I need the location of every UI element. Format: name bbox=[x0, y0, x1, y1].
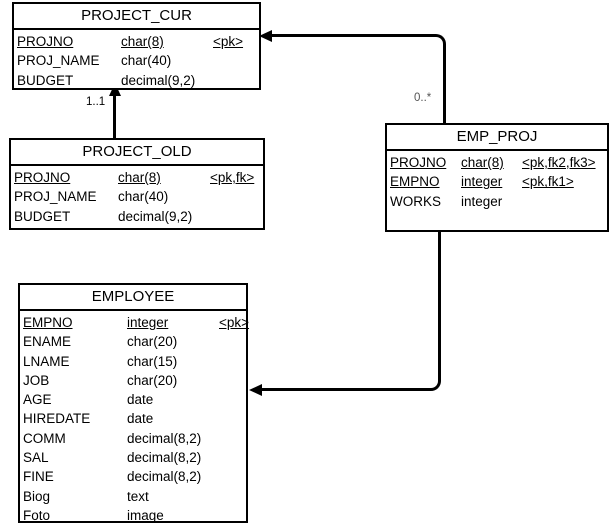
cardinality-label-empproj-projectcur: 0..* bbox=[414, 92, 432, 104]
attribute-row: SAL decimal(8,2) bbox=[20, 448, 246, 467]
attribute-name: Biog bbox=[23, 488, 51, 504]
attribute-type: text bbox=[127, 488, 149, 504]
attribute-name: Foto bbox=[23, 507, 51, 523]
attribute-row: PROJ_NAME char(40) bbox=[11, 187, 263, 206]
attribute-name: LNAME bbox=[23, 353, 70, 369]
attribute-type: image bbox=[127, 507, 164, 523]
attribute-name: SAL bbox=[23, 450, 49, 466]
attribute-type: integer bbox=[461, 193, 503, 209]
attribute-type: decimal(8,2) bbox=[127, 469, 202, 485]
attribute-type: date bbox=[127, 392, 154, 408]
entity-project-old[interactable]: PROJECT_OLD PROJNO char(8) <pk,fk> PROJ_… bbox=[9, 138, 265, 230]
connector-empproj-to-projectcur-horizontal bbox=[268, 34, 435, 37]
attribute-list-employee: EMPNO integer <pk> ENAME char(20) LNAME … bbox=[20, 311, 250, 526]
attribute-type: decimal(9,2) bbox=[121, 72, 196, 88]
attribute-type: char(20) bbox=[127, 334, 178, 350]
attribute-key-marker: <pk> bbox=[213, 34, 244, 49]
attribute-name: BUDGET bbox=[14, 208, 71, 224]
er-diagram-canvas: 1..1 0..* PROJECT_CUR PROJNO char(8) <pk… bbox=[0, 0, 611, 526]
attribute-name: BUDGET bbox=[17, 72, 74, 88]
entity-title-project-old: PROJECT_OLD bbox=[11, 140, 263, 166]
attribute-list-project-old: PROJNO char(8) <pk,fk> PROJ_NAME char(40… bbox=[11, 166, 263, 229]
attribute-row: PROJ_NAME char(40) bbox=[14, 51, 259, 70]
attribute-name: PROJ_NAME bbox=[14, 189, 97, 205]
attribute-name: HIREDATE bbox=[23, 411, 91, 427]
attribute-type: char(8) bbox=[461, 155, 504, 170]
attribute-type: char(8) bbox=[121, 34, 164, 49]
attribute-row: COMM decimal(8,2) bbox=[20, 429, 246, 448]
attribute-row: ENAME char(20) bbox=[20, 332, 246, 351]
attribute-key-marker: <pk,fk> bbox=[210, 170, 255, 185]
attribute-type: integer bbox=[127, 315, 169, 330]
attribute-list-emp-proj: PROJNO char(8) <pk,fk2,fk3> EMPNO intege… bbox=[387, 151, 607, 214]
attribute-name: PROJNO bbox=[17, 34, 74, 49]
attribute-row: EMPNO integer <pk> bbox=[20, 313, 250, 332]
arrowhead-into-employee bbox=[249, 383, 262, 396]
attribute-name: PROJNO bbox=[390, 155, 447, 170]
attribute-row: FINE decimal(8,2) bbox=[20, 467, 246, 486]
connector-empproj-to-employee-horizontal bbox=[258, 388, 430, 391]
cardinality-label-projectold-projectcur: 1..1 bbox=[86, 96, 106, 108]
attribute-row: AGE date bbox=[20, 390, 246, 409]
attribute-name: AGE bbox=[23, 392, 52, 408]
connector-empproj-to-employee-vertical bbox=[438, 232, 441, 380]
attribute-type: decimal(8,2) bbox=[127, 430, 202, 446]
attribute-name: WORKS bbox=[390, 193, 442, 209]
entity-project-cur[interactable]: PROJECT_CUR PROJNO char(8) <pk> PROJ_NAM… bbox=[12, 2, 261, 90]
attribute-key-marker: <pk,fk1> bbox=[522, 174, 574, 190]
attribute-row: BUDGET decimal(9,2) bbox=[11, 207, 263, 226]
entity-title-employee: EMPLOYEE bbox=[20, 285, 246, 311]
attribute-row: PROJNO char(8) <pk> bbox=[14, 32, 259, 51]
attribute-row: LNAME char(15) bbox=[20, 352, 246, 371]
attribute-name: EMPNO bbox=[390, 174, 440, 190]
attribute-type: char(20) bbox=[127, 372, 178, 388]
attribute-key-marker: <pk,fk2,fk3> bbox=[522, 155, 596, 170]
attribute-type: integer bbox=[461, 174, 503, 190]
attribute-row: EMPNO integer <pk,fk1> bbox=[387, 172, 607, 191]
attribute-name: PROJ_NAME bbox=[17, 53, 100, 69]
attribute-row: HIREDATE date bbox=[20, 409, 246, 428]
entity-title-project-cur: PROJECT_CUR bbox=[14, 4, 259, 30]
attribute-row: JOB char(20) bbox=[20, 371, 246, 390]
attribute-row: WORKS integer bbox=[387, 192, 607, 211]
attribute-type: char(40) bbox=[118, 189, 169, 205]
attribute-row: Biog text bbox=[20, 487, 246, 506]
entity-emp-proj[interactable]: EMP_PROJ PROJNO char(8) <pk,fk2,fk3> EMP… bbox=[385, 123, 609, 232]
attribute-type: char(40) bbox=[121, 53, 172, 69]
attribute-row: PROJNO char(8) <pk,fk2,fk3> bbox=[387, 153, 607, 172]
attribute-type: char(15) bbox=[127, 353, 178, 369]
attribute-row: BUDGET decimal(9,2) bbox=[14, 71, 259, 90]
attribute-name: EMPNO bbox=[23, 315, 73, 330]
attribute-name: JOB bbox=[23, 372, 50, 388]
connector-empproj-to-projectcur-vertical bbox=[443, 45, 446, 123]
attribute-list-project-cur: PROJNO char(8) <pk> PROJ_NAME char(40) B… bbox=[14, 30, 259, 93]
attribute-type: date bbox=[127, 411, 154, 427]
connector-projectold-to-projectcur-vertical bbox=[113, 92, 116, 138]
entity-employee[interactable]: EMPLOYEE EMPNO integer <pk> ENAME char(2… bbox=[18, 283, 250, 526]
attribute-row: PROJNO char(8) <pk,fk> bbox=[11, 168, 263, 187]
attribute-name: ENAME bbox=[23, 334, 72, 350]
attribute-type: char(8) bbox=[118, 170, 161, 185]
attribute-name: PROJNO bbox=[14, 170, 71, 185]
attribute-key-marker: <pk> bbox=[219, 315, 250, 330]
attribute-type: decimal(8,2) bbox=[127, 450, 202, 466]
attribute-type: decimal(9,2) bbox=[118, 208, 193, 224]
entity-title-emp-proj: EMP_PROJ bbox=[387, 125, 607, 151]
attribute-name: FINE bbox=[23, 469, 54, 485]
attribute-row: Foto image bbox=[20, 506, 246, 525]
attribute-name: COMM bbox=[23, 430, 66, 446]
